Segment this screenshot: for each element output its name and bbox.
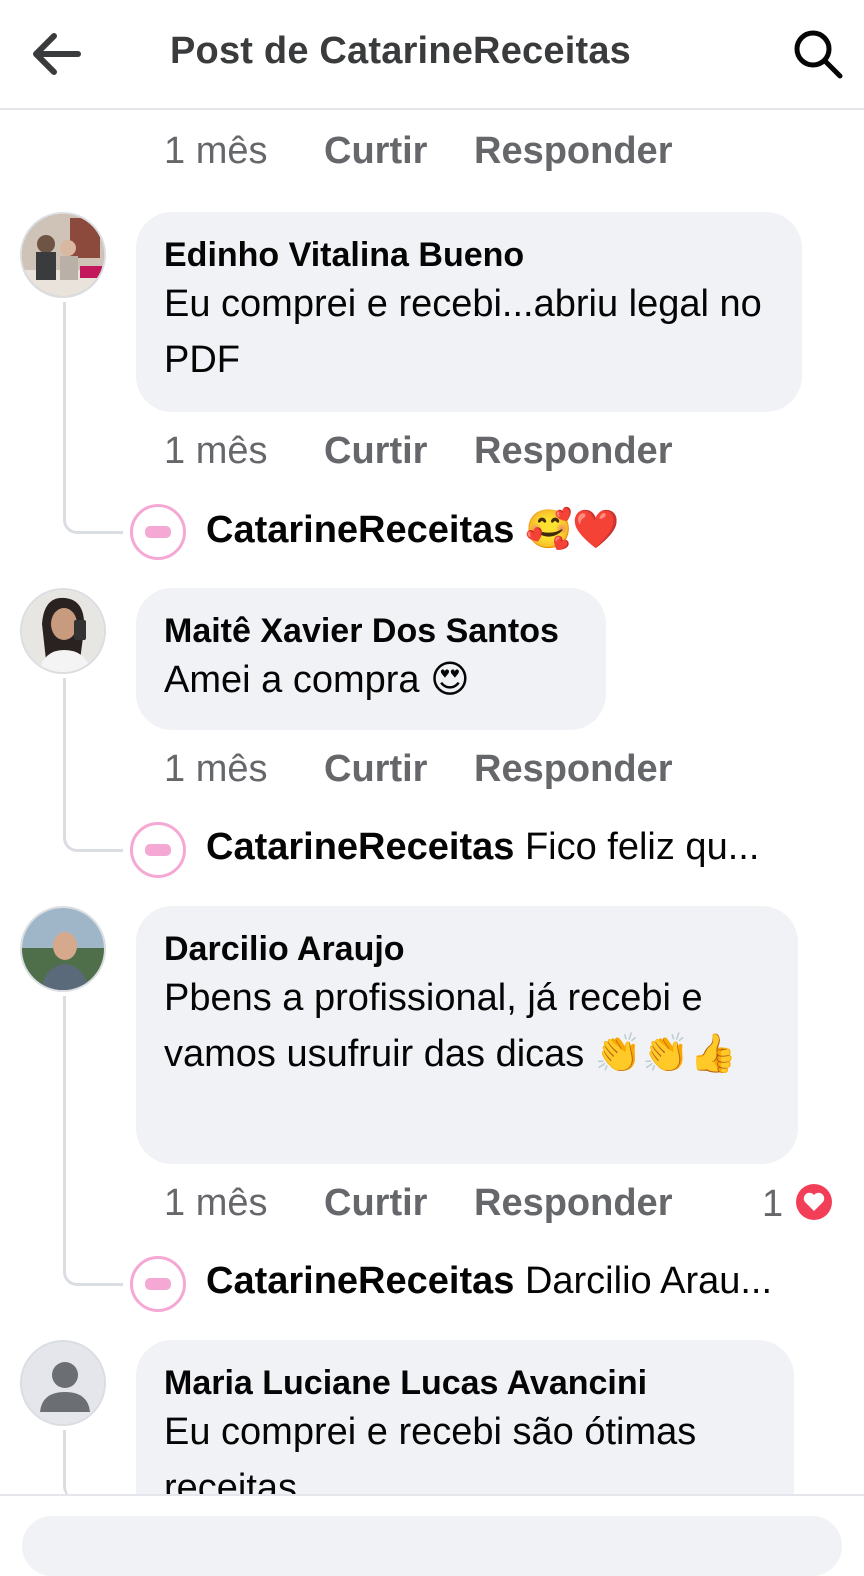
reply-text: Darcilio Arau...	[524, 1260, 773, 1302]
back-arrow-icon[interactable]	[28, 30, 84, 78]
reply-text: 🥰❤️	[524, 509, 620, 551]
like-button[interactable]: Curtir	[324, 130, 474, 173]
avatar[interactable]	[20, 588, 106, 674]
comment-author[interactable]: Maria Luciane Lucas Avancini	[164, 1362, 766, 1404]
avatar	[130, 822, 186, 878]
reply-author: CatarineReceitas	[206, 826, 515, 868]
comment-time[interactable]: 1 mês	[164, 430, 324, 473]
comment-time[interactable]: 1 mês	[164, 1182, 324, 1225]
reply-preview[interactable]: CatarineReceitas 🥰❤️	[130, 504, 830, 564]
comment-author[interactable]: Darcilio Araujo	[164, 928, 770, 970]
love-reaction-icon	[795, 1184, 832, 1220]
reply-author: CatarineReceitas	[206, 1260, 515, 1302]
comment-time[interactable]: 1 mês	[164, 130, 324, 173]
reply-content: CatarineReceitas Fico feliz qu...	[206, 826, 759, 869]
reply-preview[interactable]: CatarineReceitas Darcilio Arau...	[130, 1256, 850, 1316]
like-button[interactable]: Curtir	[324, 430, 474, 473]
comment-bubble: Maitê Xavier Dos Santos Amei a compra 😍	[136, 588, 606, 730]
thread-line	[63, 996, 123, 1286]
comment-actions: 1 mês Curtir Responder	[164, 748, 672, 798]
reply-button[interactable]: Responder	[474, 430, 672, 473]
reaction-count-value: 1	[762, 1183, 784, 1225]
comment-bubble: Edinho Vitalina Bueno Eu comprei e receb…	[136, 212, 802, 412]
top-bar: Post de CatarineReceitas	[0, 0, 864, 110]
avatar	[130, 1256, 186, 1312]
avatar	[130, 504, 186, 560]
thread-line	[63, 302, 123, 534]
comment-author[interactable]: Edinho Vitalina Bueno	[164, 234, 774, 276]
reply-preview[interactable]: CatarineReceitas Fico feliz qu...	[130, 822, 850, 882]
comment-time[interactable]: 1 mês	[164, 748, 324, 791]
avatar[interactable]	[20, 906, 106, 992]
reply-content: CatarineReceitas Darcilio Arau...	[206, 1260, 772, 1303]
comment-bubble: Darcilio Araujo Pbens a profissional, já…	[136, 906, 798, 1164]
comment-input[interactable]	[22, 1516, 842, 1576]
like-button[interactable]: Curtir	[324, 748, 474, 791]
comment-text: Eu comprei e recebi...abriu legal no PDF	[164, 283, 762, 381]
comment-actions: 1 mês Curtir Responder	[164, 130, 672, 180]
reply-author: CatarineReceitas	[206, 509, 515, 551]
comment-actions: 1 mês Curtir Responder	[164, 430, 672, 480]
comment-text: Pbens a profissional, já recebi e vamos …	[164, 977, 737, 1075]
thread-line	[63, 1430, 123, 1500]
reply-button[interactable]: Responder	[474, 748, 672, 791]
avatar[interactable]	[20, 212, 106, 298]
comment-composer-bar	[0, 1494, 864, 1576]
reply-text: Fico feliz qu...	[524, 826, 760, 868]
page-title: Post de CatarineReceitas	[170, 30, 631, 72]
comment-text: Amei a compra 😍	[164, 659, 470, 701]
reply-content: CatarineReceitas 🥰❤️	[206, 508, 620, 552]
comment-author[interactable]: Maitê Xavier Dos Santos	[164, 610, 578, 652]
reply-button[interactable]: Responder	[474, 130, 672, 173]
default-avatar-icon[interactable]	[20, 1340, 106, 1426]
like-button[interactable]: Curtir	[324, 1182, 474, 1225]
thread-line	[63, 678, 123, 852]
comment-actions: 1 mês Curtir Responder	[164, 1182, 672, 1232]
reaction-count[interactable]: 1	[762, 1182, 834, 1226]
reply-button[interactable]: Responder	[474, 1182, 672, 1225]
search-icon[interactable]	[790, 26, 846, 82]
